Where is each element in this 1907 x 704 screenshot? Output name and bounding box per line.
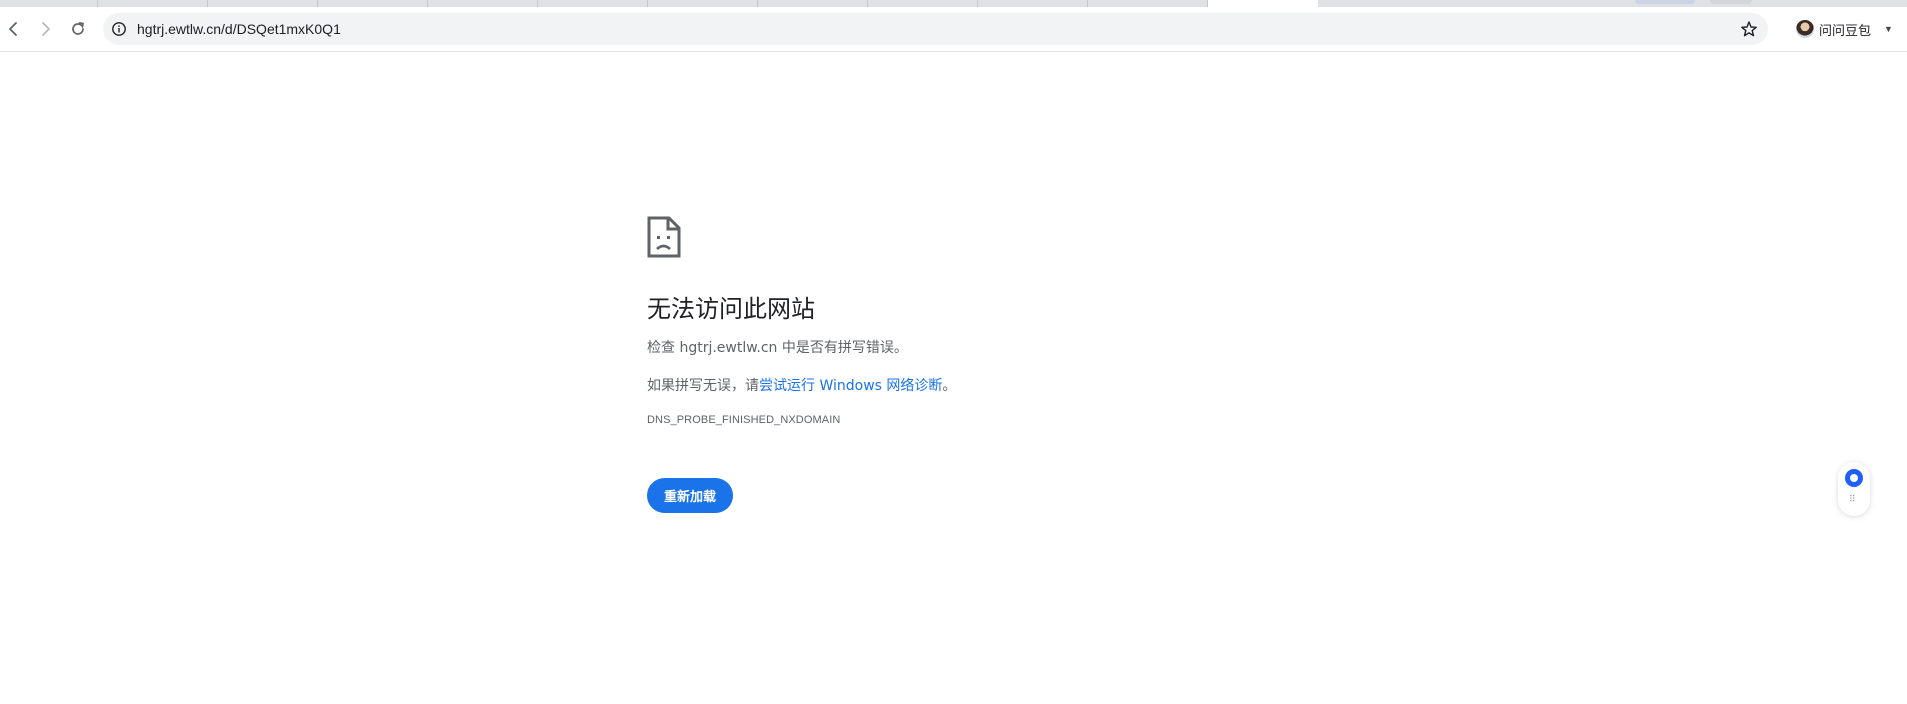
- diag-prefix: 如果拼写无误，请: [647, 378, 759, 394]
- floating-assistant-widget[interactable]: ⠿: [1838, 462, 1870, 516]
- tab-indicator: [1710, 0, 1752, 4]
- host-name: hgtrj.ewtlw.cn: [679, 340, 778, 356]
- tab[interactable]: [208, 0, 318, 7]
- tab[interactable]: [868, 0, 978, 7]
- avatar: [1796, 20, 1814, 38]
- tab[interactable]: [538, 0, 648, 7]
- browser-toolbar: 问问豆包 ▼: [0, 7, 1907, 52]
- tab[interactable]: [978, 0, 1088, 7]
- profile-name: 问问豆包: [1819, 22, 1872, 38]
- tab-indicator: [1635, 0, 1695, 4]
- tab[interactable]: [98, 0, 208, 7]
- error-code: DNS_PROBE_FINISHED_NXDOMAIN: [647, 414, 841, 426]
- diagnostics-hint: 如果拼写无误，请尝试运行 Windows 网络诊断。: [647, 376, 1347, 396]
- reload-page-button[interactable]: 重新加载: [647, 478, 734, 513]
- error-page: 无法访问此网站 检查 hgtrj.ewtlw.cn 中是否有拼写错误。 如果拼写…: [647, 216, 1347, 513]
- hint-suffix: 中是否有拼写错误。: [777, 340, 908, 356]
- tab[interactable]: [318, 0, 428, 7]
- back-button[interactable]: [0, 15, 28, 43]
- page-title: 无法访问此网站: [647, 295, 815, 323]
- site-info-icon[interactable]: [111, 21, 127, 37]
- tab[interactable]: [428, 0, 538, 7]
- tab[interactable]: [1088, 0, 1208, 7]
- tab[interactable]: [648, 0, 758, 7]
- reload-button[interactable]: [64, 15, 92, 43]
- address-bar[interactable]: [103, 13, 1768, 45]
- bookmark-star-icon[interactable]: [1740, 20, 1758, 38]
- drag-handle-icon[interactable]: ⠿: [1849, 496, 1856, 505]
- sad-page-icon: [647, 216, 681, 258]
- tab[interactable]: [0, 0, 98, 7]
- hint-prefix: 检查: [647, 340, 680, 356]
- tab[interactable]: [758, 0, 868, 7]
- chevron-down-icon: ▼: [1884, 24, 1893, 34]
- back-icon: [9, 22, 17, 36]
- network-diagnostics-link[interactable]: 尝试运行 Windows 网络诊断: [759, 378, 942, 394]
- tab-strip: [0, 0, 1907, 7]
- profile-button[interactable]: 问问豆包 ▼: [1796, 17, 1893, 41]
- forward-button[interactable]: [31, 15, 59, 43]
- url-input[interactable]: [137, 13, 1637, 45]
- forward-icon: [42, 22, 50, 36]
- spelling-hint: 检查 hgtrj.ewtlw.cn 中是否有拼写错误。: [647, 338, 1347, 358]
- reload-icon: [72, 22, 84, 35]
- diag-suffix: 。: [942, 378, 957, 394]
- doubao-logo-icon[interactable]: [1845, 469, 1863, 487]
- tab-active[interactable]: [1208, 0, 1318, 7]
